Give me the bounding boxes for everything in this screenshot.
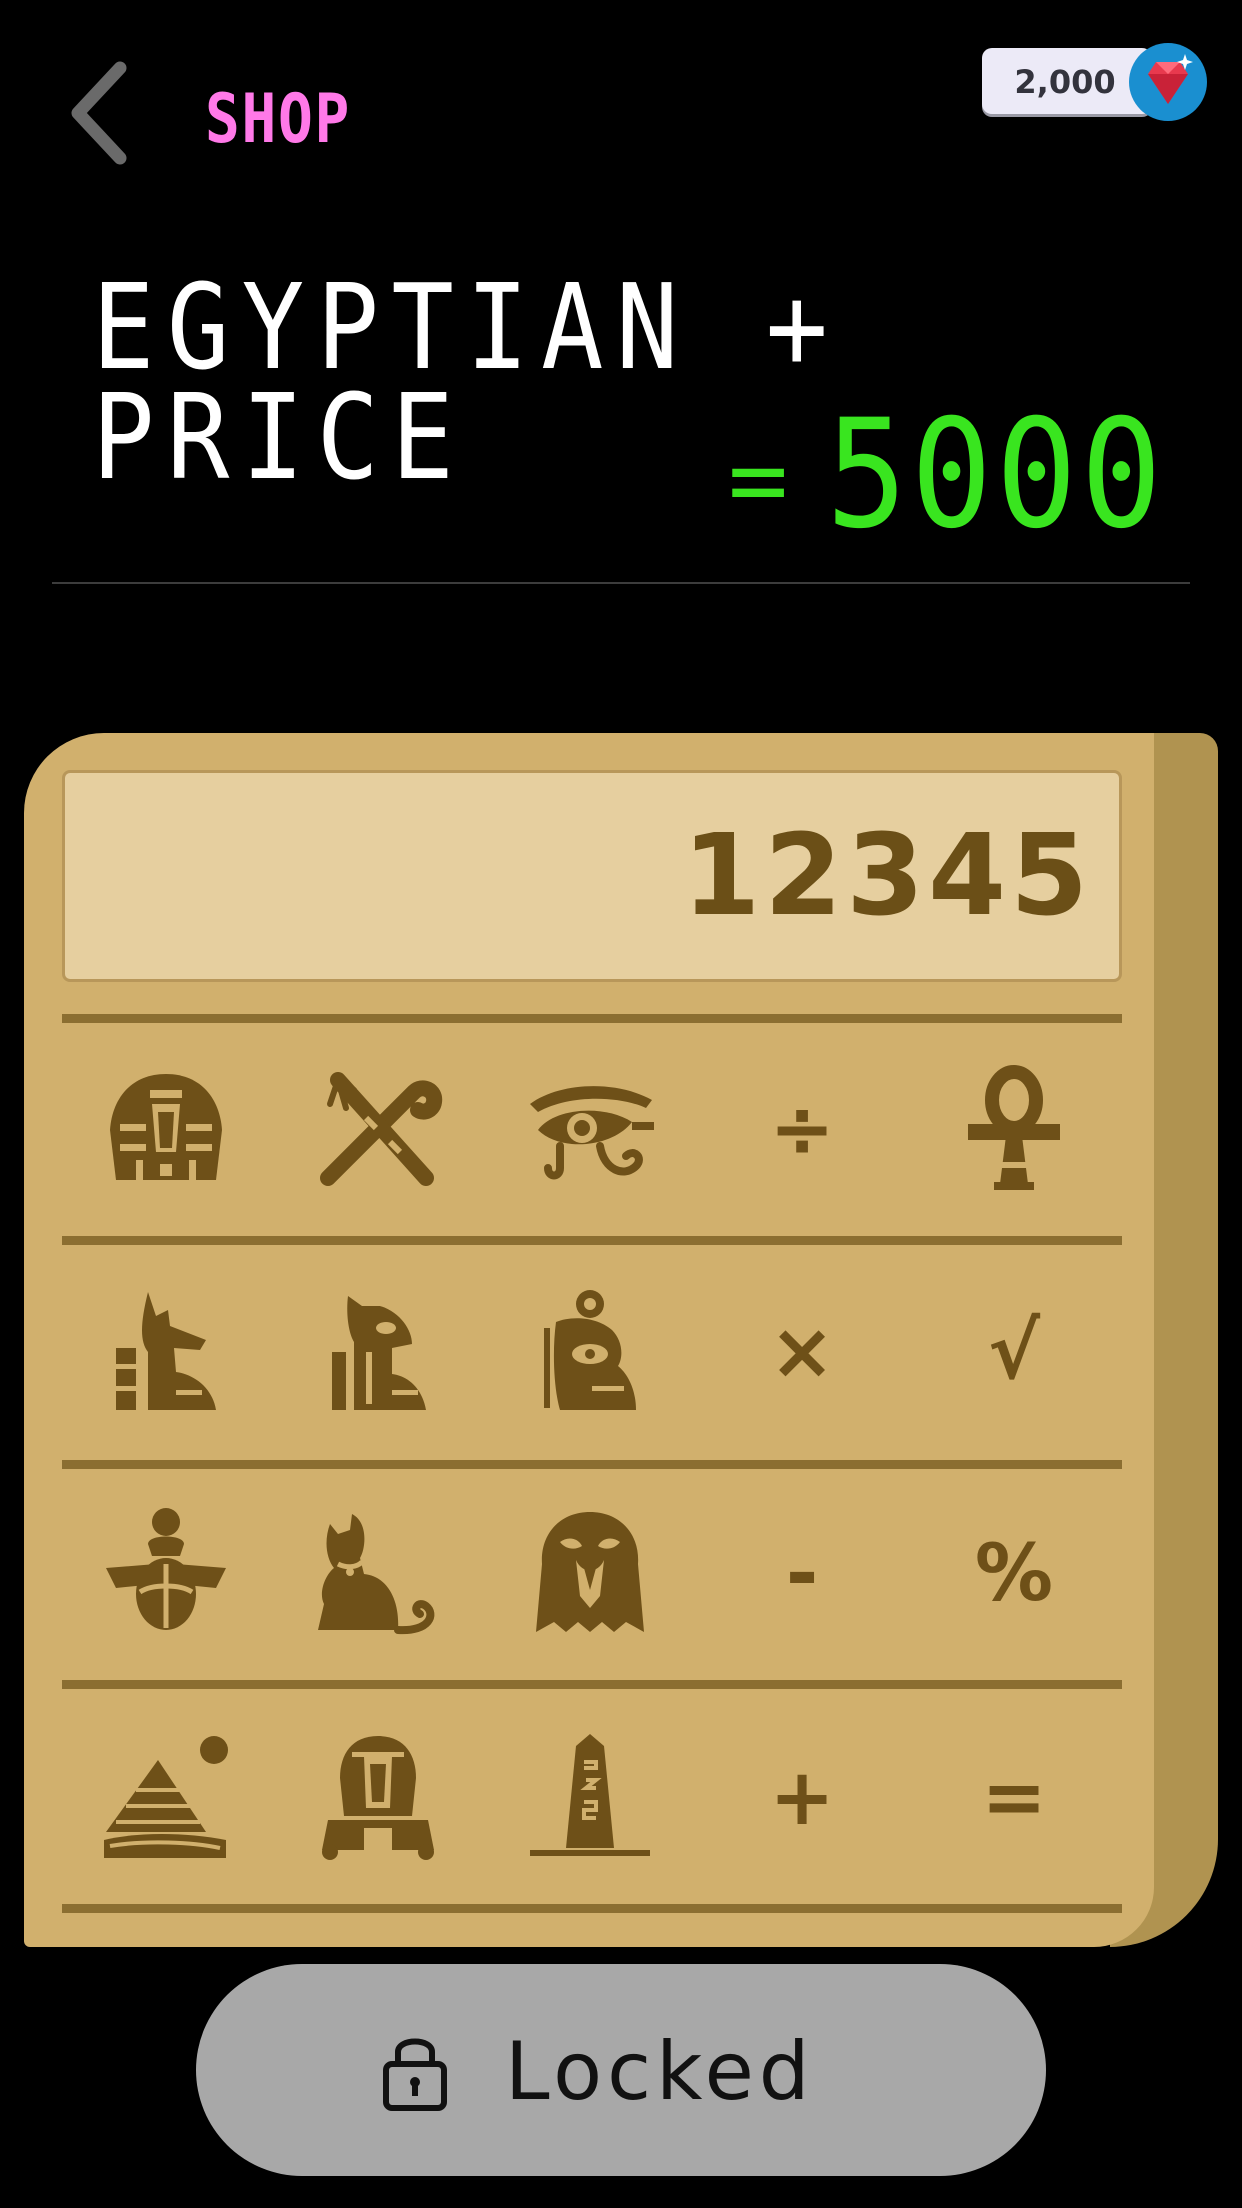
- scarab-icon: [106, 1508, 226, 1630]
- row-separator: [62, 1460, 1122, 1469]
- display-value: 12345: [682, 811, 1092, 941]
- key-thoth: [510, 1272, 670, 1432]
- pyramid-icon: [104, 1736, 228, 1858]
- key-crook-flail: [298, 1050, 458, 1210]
- gem-count: 2,000: [1014, 63, 1116, 101]
- price-equals-sign: =: [728, 421, 789, 538]
- row-separator: [62, 1014, 1122, 1023]
- key-multiply: ×: [769, 1307, 835, 1397]
- gem-icon: [1128, 42, 1208, 122]
- key-plus: +: [769, 1753, 835, 1843]
- key-sphinx: [298, 1718, 458, 1878]
- key-equals: =: [981, 1753, 1047, 1843]
- key-percent: %: [974, 1529, 1054, 1619]
- key-pharaoh: [86, 1050, 246, 1210]
- key-bastet-cat: [298, 1494, 458, 1654]
- back-button[interactable]: [62, 58, 152, 168]
- key-seated-god: [298, 1272, 458, 1432]
- key-anubis: [86, 1272, 246, 1432]
- key-divide: ÷: [769, 1085, 835, 1175]
- anubis-icon: [116, 1292, 216, 1410]
- cat-bastet-icon: [318, 1514, 435, 1635]
- lock-icon: [380, 2030, 450, 2112]
- key-ankh: [934, 1050, 1094, 1210]
- pharaoh-head-icon: [110, 1074, 222, 1180]
- key-obelisk: [510, 1718, 670, 1878]
- thoth-icon: [544, 1290, 636, 1410]
- page-title: SHOP: [205, 80, 352, 159]
- key-scarab: [86, 1494, 246, 1654]
- obelisk-icon: [530, 1734, 650, 1856]
- row-separator: [62, 1236, 1122, 1245]
- ankh-icon: [968, 1065, 1060, 1190]
- crook-and-flail-icon: [320, 1072, 443, 1186]
- sphinx-icon: [322, 1736, 434, 1860]
- horus-falcon-icon: [536, 1512, 644, 1632]
- row-separator: [62, 1680, 1122, 1689]
- seated-god-icon: [332, 1296, 426, 1410]
- eye-of-horus-icon: [530, 1086, 654, 1180]
- divider: [52, 582, 1190, 584]
- locked-label: Locked: [505, 2025, 815, 2118]
- key-eye-of-horus: [510, 1050, 670, 1210]
- chevron-left-icon: [71, 61, 127, 165]
- key-square-root: √: [987, 1307, 1041, 1397]
- key-horus-falcon: [510, 1494, 670, 1654]
- key-pyramid: [86, 1718, 246, 1878]
- row-separator: [62, 1904, 1122, 1913]
- price-value: 5000: [826, 388, 1166, 562]
- key-minus: -: [785, 1529, 819, 1619]
